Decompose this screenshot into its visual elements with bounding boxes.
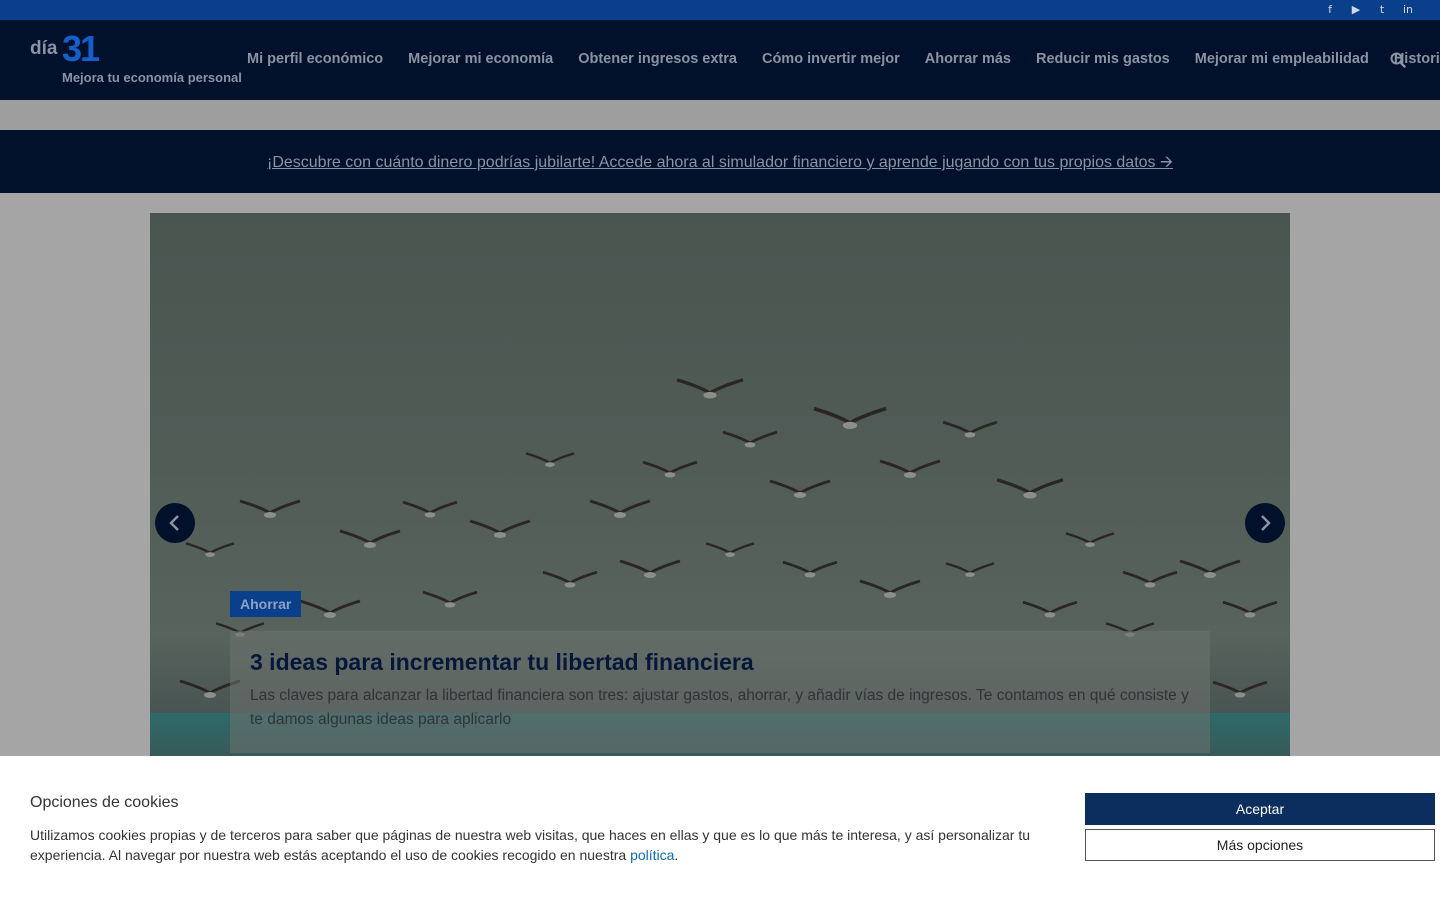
gull-body xyxy=(205,552,215,557)
promo-link[interactable]: ¡Descubre con cuánto dinero podrías jubi… xyxy=(267,151,1173,178)
gull-shape xyxy=(1212,680,1268,695)
slide-title[interactable]: 3 ideas para incrementar tu libertad fin… xyxy=(250,649,1190,676)
gull-body xyxy=(904,472,916,478)
gull-body xyxy=(424,512,436,518)
main-nav: Mi perfil económico Mejorar mi economía … xyxy=(247,51,1440,67)
gull-shape xyxy=(642,460,698,475)
gull-body xyxy=(444,602,456,608)
gull-shape xyxy=(1179,559,1241,575)
social-icons: f ▶ t in xyxy=(1322,2,1416,18)
nav-item-reducir-mis-gastos[interactable]: Reducir mis gastos xyxy=(1036,51,1170,67)
slide-excerpt: Las claves para alcanzar la libertad fin… xyxy=(250,687,1189,728)
gull-body xyxy=(494,532,506,538)
gull-body xyxy=(204,692,216,698)
nav-item-mi-perfil-economico[interactable]: Mi perfil económico xyxy=(247,51,383,67)
gull-body xyxy=(545,462,555,467)
slide-caption[interactable]: 3 ideas para incrementar tu libertad fin… xyxy=(230,631,1210,753)
gull-shape xyxy=(239,499,301,515)
gull-body xyxy=(1204,572,1216,578)
facebook-icon[interactable]: f xyxy=(1322,2,1338,18)
gull-body xyxy=(264,512,276,518)
gull-shape xyxy=(619,559,681,575)
accept-cookies-button[interactable]: Aceptar xyxy=(1085,793,1435,825)
youtube-icon[interactable]: ▶ xyxy=(1348,2,1364,18)
gull-shape xyxy=(1065,532,1115,545)
gull-body xyxy=(1234,692,1246,698)
gull-shape xyxy=(813,406,887,426)
gull-shape xyxy=(299,599,361,615)
gull-body xyxy=(564,582,576,588)
cookie-title: Opciones de cookies xyxy=(30,794,179,811)
gull-body xyxy=(744,442,756,448)
gull-body xyxy=(703,391,717,399)
gull-shape xyxy=(676,378,744,395)
gull-shape xyxy=(469,519,531,535)
gull-shape xyxy=(339,529,401,545)
site-tagline: Mejora tu economía personal xyxy=(62,70,242,85)
gull-body xyxy=(364,542,376,548)
twitter-icon[interactable]: t xyxy=(1374,2,1390,18)
gull-body xyxy=(614,512,626,518)
slider-next-button[interactable] xyxy=(1245,503,1285,543)
chevron-left-icon xyxy=(169,515,179,531)
site-header: día 31 Mejora tu economía personal Mi pe… xyxy=(0,20,1440,100)
slider-prev-button[interactable] xyxy=(155,503,195,543)
header-spacer xyxy=(0,100,1440,130)
nav-item-obtener-ingresos-extra[interactable]: Obtener ingresos extra xyxy=(578,51,737,67)
gull-body xyxy=(842,421,858,429)
gull-body xyxy=(794,492,806,498)
nav-item-como-invertir-mejor[interactable]: Cómo invertir mejor xyxy=(762,51,900,67)
gull-shape xyxy=(942,420,998,435)
linkedin-icon[interactable]: in xyxy=(1400,2,1416,18)
nav-item-mejorar-mi-economia[interactable]: Mejorar mi economía xyxy=(408,51,553,67)
gull-shape xyxy=(185,542,235,555)
gull-shape xyxy=(542,570,598,585)
cookie-text: Utilizamos cookies propias y de terceros… xyxy=(30,825,1040,865)
gull-body xyxy=(1244,612,1256,618)
social-bar: f ▶ t in xyxy=(0,0,1440,20)
gull-shape xyxy=(782,560,838,575)
category-badge[interactable]: Ahorrar xyxy=(230,591,302,617)
gull-shape xyxy=(722,430,778,445)
gull-shape xyxy=(705,542,755,555)
cookie-text-end: . xyxy=(674,847,679,863)
gull-shape xyxy=(769,479,831,495)
gull-shape xyxy=(996,478,1064,495)
gull-body xyxy=(725,552,735,557)
logo-number: 31 xyxy=(62,28,100,69)
gull-shape xyxy=(422,590,478,605)
gull-body xyxy=(965,572,975,577)
gull-body xyxy=(964,432,976,438)
gull-shape xyxy=(879,459,941,475)
chevron-right-icon xyxy=(1261,515,1271,531)
search-icon[interactable] xyxy=(1390,52,1406,68)
gull-shape xyxy=(945,562,995,575)
gull-shape xyxy=(402,500,458,515)
gull-shape xyxy=(589,499,651,515)
cookie-policy-link[interactable]: política xyxy=(630,847,674,863)
gull-shape xyxy=(859,579,921,595)
more-options-button[interactable]: Más opciones xyxy=(1085,829,1435,861)
nav-item-ahorrar-mas[interactable]: Ahorrar más xyxy=(925,51,1011,67)
gull-body xyxy=(664,472,676,478)
gull-shape xyxy=(1222,600,1278,615)
nav-item-mejorar-mi-empleabilidad[interactable]: Mejorar mi empleabilidad xyxy=(1195,51,1369,67)
gull-shape xyxy=(1122,570,1178,585)
promo-banner: ¡Descubre con cuánto dinero podrías jubi… xyxy=(0,130,1440,193)
hero-slider: Ahorrar 3 ideas para incrementar tu libe… xyxy=(150,213,1290,773)
gull-body xyxy=(1144,582,1156,588)
gull-body xyxy=(884,592,896,598)
gull-body xyxy=(324,612,336,618)
gull-body xyxy=(1044,612,1056,618)
gull-body xyxy=(644,572,656,578)
gull-shape xyxy=(525,452,575,465)
gull-body xyxy=(1023,491,1037,499)
gull-body xyxy=(804,572,816,578)
gull-body xyxy=(1085,542,1095,547)
gull-shape xyxy=(1022,600,1078,615)
logo-prefix: día xyxy=(30,38,58,59)
cookie-text-body: Utilizamos cookies propias y de terceros… xyxy=(30,827,1030,863)
cookie-banner: Opciones de cookies Utilizamos cookies p… xyxy=(0,756,1440,900)
